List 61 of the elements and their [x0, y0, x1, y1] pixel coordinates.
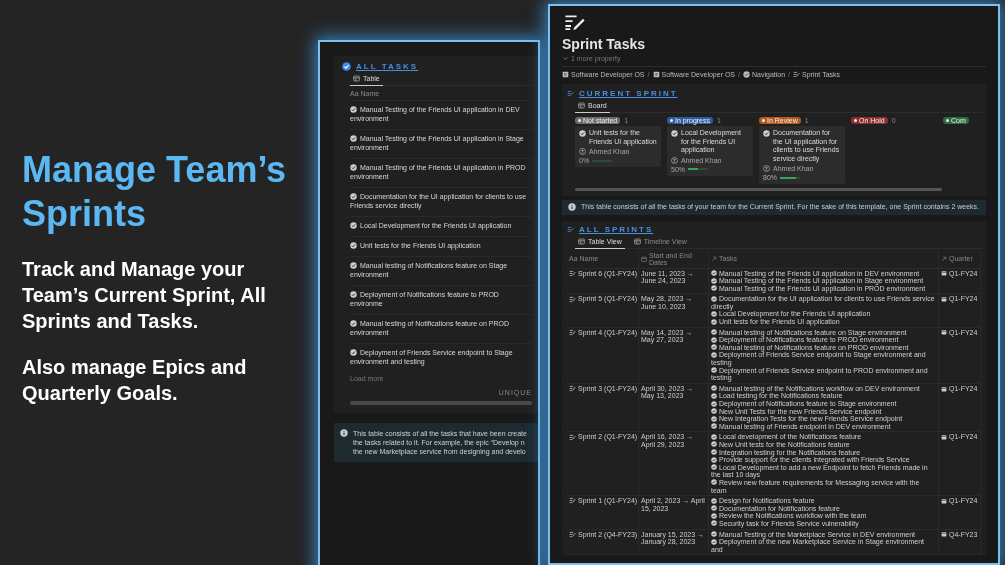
checklist-icon: [569, 433, 576, 441]
check-icon: [350, 242, 357, 249]
section-title: ALL SPRINTS: [579, 224, 654, 234]
section-title: ALL TASKS: [356, 62, 419, 71]
table-icon: [578, 237, 585, 245]
section-title: CURRENT SPRINT: [579, 89, 678, 98]
check-circle-icon: [342, 62, 351, 71]
check-icon: [350, 320, 357, 327]
check-circle-icon: [743, 71, 750, 78]
calendar-icon: [941, 329, 947, 336]
check-icon: [350, 291, 357, 298]
promo-text: Track and Manage your Team’s Current Sprint, All Sprints and Tasks.: [22, 257, 267, 334]
calendar-icon: [941, 385, 947, 392]
checklist-icon: [567, 90, 574, 97]
check-icon: [579, 130, 586, 137]
arrow-icon: [711, 255, 717, 262]
calendar-icon: [941, 531, 947, 538]
promo-text: Also manage Epics and Quarterly Goals.: [22, 355, 248, 406]
check-icon: [350, 262, 357, 269]
checklist-icon: [569, 497, 576, 505]
page-icon: [652, 71, 660, 78]
check-icon: [711, 367, 717, 374]
table-icon: [578, 102, 585, 109]
promo-heading: Manage Team’s Sprints: [22, 148, 288, 236]
arrow-icon: [941, 255, 947, 262]
check-icon: [350, 349, 357, 356]
check-icon: [350, 193, 357, 200]
checklist-icon: [569, 269, 576, 277]
avatar-icon: [671, 156, 678, 164]
avatar-icon: [763, 165, 770, 172]
scroll-bar[interactable]: [350, 401, 532, 405]
check-icon: [350, 222, 357, 229]
avatar-icon: [579, 148, 586, 155]
checklist-icon: [569, 385, 576, 393]
check-icon: [350, 135, 357, 142]
checklist-icon: [793, 71, 801, 78]
checklist-icon: [569, 295, 576, 303]
list-pencil-icon: [564, 14, 586, 30]
calendar-icon: [941, 270, 947, 277]
check-icon: [711, 479, 717, 486]
page-icon: [562, 71, 569, 78]
check-icon: [711, 295, 717, 302]
progress-bar: [780, 176, 800, 179]
checklist-icon: [569, 530, 576, 538]
table-icon: [353, 75, 360, 82]
check-icon: [350, 164, 357, 171]
check-icon: [671, 130, 678, 137]
chevron-down-icon: [562, 55, 569, 62]
calendar-icon: [941, 296, 947, 303]
scroll-bar[interactable]: [575, 188, 942, 191]
info-icon: [340, 429, 348, 437]
info-icon: [568, 203, 576, 212]
calendar-icon: [941, 497, 947, 504]
calendar-icon: [941, 434, 947, 441]
check-icon: [350, 106, 357, 113]
calendar-icon: [641, 255, 647, 262]
page-title: Sprint Tasks: [562, 36, 646, 52]
table-icon: [633, 237, 641, 245]
checklist-icon: [569, 328, 576, 336]
check-icon: [763, 130, 770, 137]
checklist-icon: [567, 225, 574, 233]
